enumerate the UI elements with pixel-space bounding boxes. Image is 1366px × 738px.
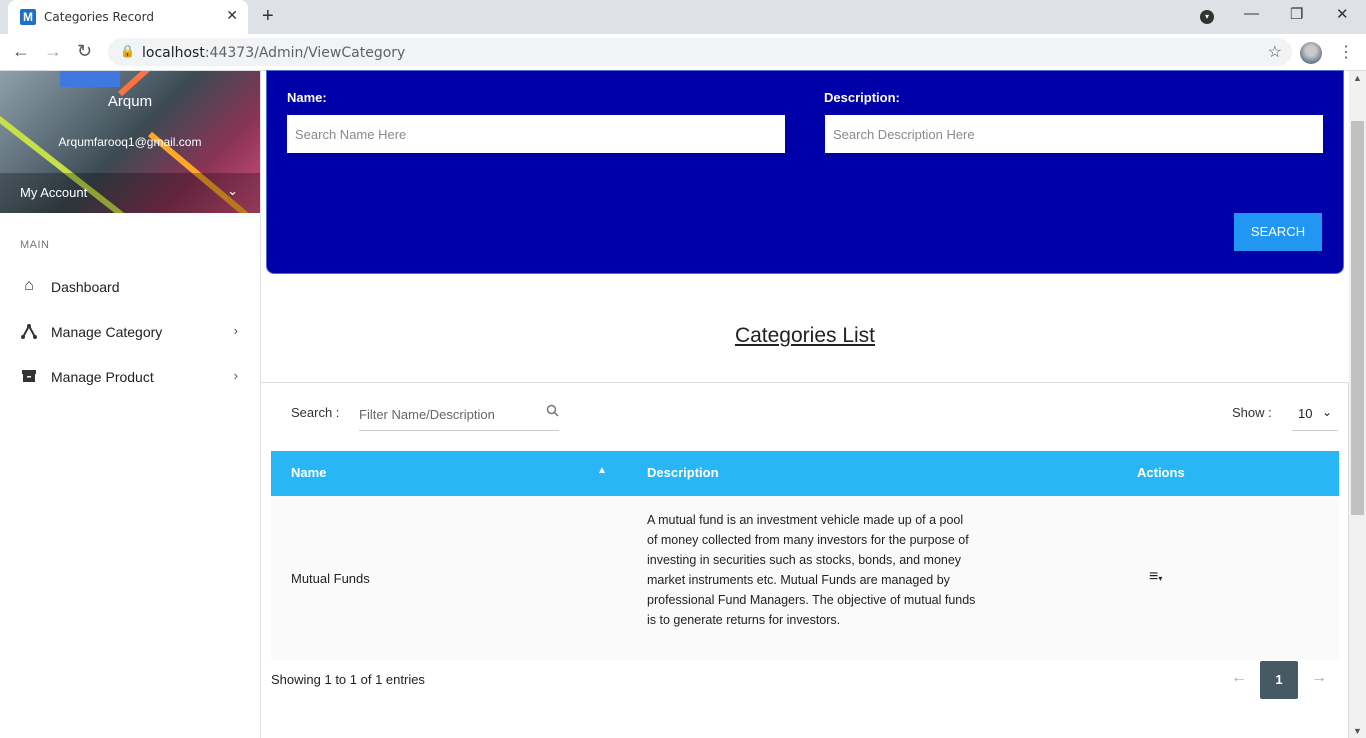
page-scrollbar[interactable]: ▲ ▼ (1349, 71, 1366, 738)
my-account-label: My Account (20, 185, 88, 200)
new-tab-icon[interactable]: + (262, 5, 274, 28)
back-arrow-icon[interactable]: ← (12, 41, 30, 62)
scroll-up-icon[interactable]: ▲ (1353, 73, 1362, 83)
my-account-toggle[interactable]: My Account ⌄ (0, 173, 260, 213)
tab-close-icon[interactable]: ✕ (226, 7, 238, 24)
page-size-value: 10 (1298, 406, 1313, 421)
entries-summary: Showing 1 to 1 of 1 entries (271, 672, 425, 687)
sidebar-item-label: Manage Category (51, 324, 163, 340)
sidebar-item-dashboard[interactable]: ⌂ Dashboard (0, 267, 260, 307)
restore-icon[interactable]: ❐ (1290, 5, 1303, 23)
tab-title: Categories Record (44, 10, 154, 24)
profile-email: Arqumfarooq1@gmail.com (58, 135, 202, 149)
categories-table-card: Search : Show : 10 ⌄ Name ▲ Description … (261, 382, 1349, 738)
sidebar: Arqum Arqumfarooq1@gmail.com My Account … (0, 71, 261, 738)
filter-label: Search : (291, 405, 340, 420)
user-avatar[interactable] (1300, 42, 1322, 64)
sort-ascending-icon[interactable]: ▲ (597, 465, 607, 476)
name-label: Name: (287, 90, 327, 105)
sidebar-item-label: Manage Product (51, 369, 154, 385)
archive-box-icon (20, 367, 38, 385)
name-search-input[interactable] (287, 115, 785, 153)
column-header-description[interactable]: Description (647, 465, 719, 480)
filter-field (359, 397, 559, 431)
table-header: Name ▲ Description Actions (271, 451, 1339, 496)
column-header-name[interactable]: Name (291, 465, 326, 480)
profile-banner: Arqum Arqumfarooq1@gmail.com My Account … (0, 71, 260, 213)
sidebar-item-manage-category[interactable]: Manage Category › (0, 312, 260, 352)
chevron-down-icon: ⌄ (1321, 405, 1332, 419)
table-row: Mutual Funds A mutual fund is an investm… (271, 496, 1339, 660)
page-title: Categories List (734, 324, 876, 347)
scroll-down-icon[interactable]: ▼ (1353, 726, 1362, 736)
sidebar-section-label: MAIN (20, 239, 50, 251)
chevron-right-icon: › (233, 368, 238, 383)
sidebar-item-manage-product[interactable]: Manage Product › (0, 357, 260, 397)
scrollbar-thumb[interactable] (1351, 121, 1364, 515)
chevron-right-icon: › (233, 323, 238, 338)
category-description-cell: A mutual fund is an investment vehicle m… (647, 513, 976, 627)
minimize-icon[interactable]: — (1244, 5, 1259, 22)
search-panel: Name: Description: SEARCH (266, 70, 1344, 274)
sidebar-item-label: Dashboard (51, 279, 120, 295)
category-tree-icon (20, 322, 38, 340)
column-header-actions: Actions (1137, 465, 1185, 480)
page-button-current[interactable]: 1 (1260, 661, 1298, 699)
description-search-input[interactable] (825, 115, 1323, 153)
close-window-icon[interactable]: ✕ (1336, 5, 1349, 23)
url-field[interactable]: 🔒 localhost:44373/Admin/ViewCategory ☆ (108, 38, 1292, 66)
category-name-cell: Mutual Funds (291, 571, 370, 586)
filter-input[interactable] (359, 403, 529, 425)
search-button[interactable]: SEARCH (1234, 213, 1322, 251)
browser-address-bar: ← → ↻ 🔒 localhost:44373/Admin/ViewCatego… (0, 34, 1366, 71)
reload-icon[interactable]: ↻ (77, 41, 92, 62)
forward-arrow-icon[interactable]: → (44, 41, 62, 62)
bookmark-star-icon[interactable]: ☆ (1268, 42, 1282, 62)
page-size-select[interactable]: 10 ⌄ (1292, 397, 1338, 431)
row-actions-menu-icon[interactable]: ≡▾ (1149, 568, 1162, 586)
profile-name: Arqum (107, 93, 153, 110)
next-page-icon[interactable]: → (1311, 669, 1327, 687)
url-text: localhost:44373/Admin/ViewCategory (142, 45, 406, 61)
previous-page-icon[interactable]: ← (1231, 669, 1247, 687)
search-icon (546, 404, 559, 420)
lock-icon[interactable]: 🔒 (120, 44, 135, 58)
browser-profile-menu-icon[interactable]: ▾ (1200, 10, 1214, 24)
home-icon: ⌂ (24, 277, 34, 294)
show-entries-label: Show : (1232, 405, 1272, 420)
site-favicon-icon: M (20, 9, 36, 25)
browser-tab[interactable]: M Categories Record ✕ (8, 0, 248, 34)
description-label: Description: (824, 90, 900, 105)
browser-tab-bar: M Categories Record ✕ + ▾ — ❐ ✕ (0, 0, 1366, 34)
chevron-down-icon: ⌄ (227, 183, 238, 198)
browser-menu-icon[interactable]: ⋮ (1338, 42, 1354, 62)
